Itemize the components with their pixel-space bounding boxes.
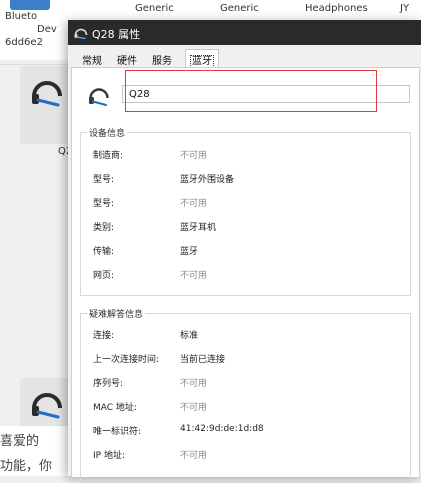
- tab-hardware[interactable]: 硬件: [114, 51, 140, 68]
- device-caption: Dev: [37, 24, 57, 35]
- unique-id-value: 41:42:9d:de:1d:d8: [180, 424, 264, 434]
- connection-value: 标准: [180, 331, 199, 341]
- device-caption: Blueto: [5, 11, 38, 22]
- mac-address-value: 不可用: [180, 403, 208, 413]
- tab-general[interactable]: 常规: [79, 51, 105, 68]
- properties-dialog: Q28 属性 常规 硬件 服务 蓝牙 设备信息 制造商: 不可用 型号: 蓝牙外…: [68, 20, 421, 483]
- transport-label: 传输:: [93, 247, 115, 257]
- transport-value: 蓝牙: [180, 247, 199, 257]
- device-caption: Generic: [220, 3, 259, 14]
- model-number-value: 不可用: [180, 199, 208, 209]
- tab-services[interactable]: 服务: [149, 51, 175, 68]
- model-number-label: 型号:: [93, 199, 115, 209]
- headset-icon: [89, 88, 109, 106]
- troubleshooting-group: 疑难解答信息 连接: 标准 上一次连接时间: 当前已连接 序列号: 不可用 MA…: [80, 307, 411, 483]
- dialog-title: Q28 属性: [92, 28, 141, 41]
- category-label: 类别:: [93, 223, 115, 233]
- mac-address-label: MAC 地址:: [93, 403, 137, 413]
- device-caption: Headphones: [305, 3, 368, 14]
- last-connected-label: 上一次连接时间:: [93, 355, 160, 365]
- manufacturer-label: 制造商:: [93, 151, 124, 161]
- background-text: 喜爱的: [0, 434, 40, 449]
- device-caption: Generic: [135, 3, 174, 14]
- group-title: 疑难解答信息: [87, 307, 146, 320]
- category-value: 蓝牙耳机: [180, 223, 217, 233]
- unique-id-label: 唯一标识符:: [93, 427, 142, 437]
- serial-number-label: 序列号:: [93, 379, 124, 389]
- connection-label: 连接:: [93, 331, 115, 341]
- model-label: 型号:: [93, 175, 115, 185]
- model-value: 蓝牙外围设备: [180, 175, 235, 185]
- webpage-label: 网页:: [93, 271, 115, 281]
- device-caption: 6dd6e2: [5, 37, 43, 48]
- bluetooth-device-icon: [10, 0, 50, 10]
- tab-strip: 常规 硬件 服务 蓝牙: [68, 49, 421, 71]
- group-title: 设备信息: [87, 126, 128, 139]
- bluetooth-tab-panel: 设备信息 制造商: 不可用 型号: 蓝牙外围设备 型号: 不可用 类别: 蓝牙耳…: [71, 67, 420, 483]
- manufacturer-value: 不可用: [180, 151, 208, 161]
- headset-icon: [32, 393, 62, 419]
- background-text-area: 喜爱的 功能，你: [0, 426, 70, 476]
- device-info-group: 设备信息 制造商: 不可用 型号: 蓝牙外围设备 型号: 不可用 类别: 蓝牙耳…: [80, 126, 411, 296]
- device-caption: JY: [400, 3, 410, 14]
- headset-icon: [74, 28, 88, 39]
- webpage-value: 不可用: [180, 271, 208, 281]
- serial-number-value: 不可用: [180, 379, 208, 389]
- background-device-tile[interactable]: [20, 378, 70, 428]
- ip-address-label: IP 地址:: [93, 451, 125, 461]
- last-connected-value: 当前已连接: [180, 355, 226, 365]
- headset-icon: [32, 81, 62, 107]
- ip-address-value: 不可用: [180, 451, 208, 461]
- dialog-titlebar[interactable]: Q28 属性: [68, 20, 421, 45]
- background-device-tile[interactable]: Q2: [20, 66, 72, 157]
- background-text: 功能，你: [0, 459, 53, 474]
- highlight-annotation: [125, 70, 377, 112]
